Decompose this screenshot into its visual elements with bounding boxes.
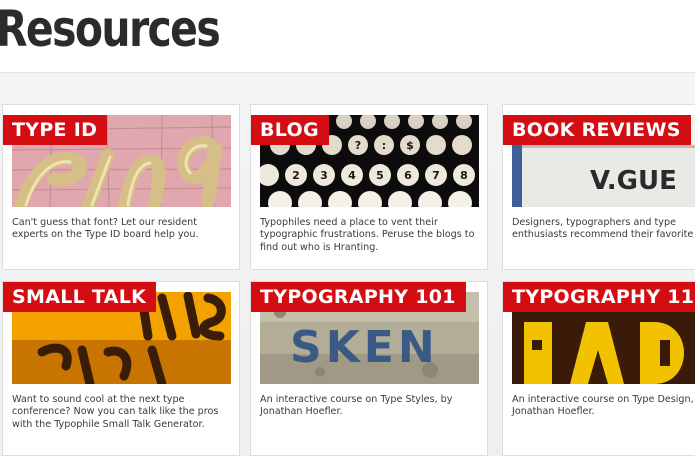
book-reviews-image-text: V.GUE bbox=[590, 166, 677, 196]
resources-grid: TYPE ID Can't guess that font? Let our r… bbox=[0, 73, 695, 456]
card-label: TYPE ID bbox=[3, 115, 108, 145]
svg-text:2: 2 bbox=[292, 169, 300, 182]
card-label: SMALL TALK bbox=[3, 282, 157, 312]
resource-card-small-talk[interactable]: SMALL TALK Want to sound cool at the nex… bbox=[2, 281, 240, 456]
svg-text:?: ? bbox=[355, 139, 361, 152]
card-label: TYPOGRAPHY 110 bbox=[503, 282, 695, 312]
svg-text:$: $ bbox=[406, 139, 414, 152]
svg-text:3: 3 bbox=[320, 169, 328, 182]
card-description: Designers, typographers and type enthusi… bbox=[512, 217, 695, 241]
card-description: Typophiles need a place to vent their ty… bbox=[260, 217, 475, 253]
resource-card-blog[interactable]: ?: $ 2 3 4 5 6 7 8 BLOG Typophiles need a plac… bbox=[250, 104, 488, 270]
resource-card-typography-110[interactable]: TYPOGRAPHY 110 An interactive course on … bbox=[502, 281, 695, 456]
card-description: An interactive course on Type Styles, by… bbox=[260, 394, 453, 418]
card-label: BLOG bbox=[251, 115, 329, 145]
resource-card-type-id[interactable]: TYPE ID Can't guess that font? Let our r… bbox=[2, 104, 240, 270]
svg-text::: : bbox=[382, 139, 386, 152]
page-title: Resources bbox=[0, 0, 221, 58]
resource-card-book-reviews[interactable]: V.GUE BOOK REVIEWS Designers, typographe… bbox=[502, 104, 695, 270]
card-label: TYPOGRAPHY 101 bbox=[251, 282, 466, 312]
svg-text:6: 6 bbox=[404, 169, 412, 182]
card-description: Want to sound cool at the next type conf… bbox=[12, 394, 219, 430]
resource-card-typography-101[interactable]: SKEN TYPOGRAPHY 101 An interactive cours… bbox=[250, 281, 488, 456]
card-label: BOOK REVIEWS bbox=[503, 115, 691, 145]
svg-text:5: 5 bbox=[376, 169, 384, 182]
svg-text:8: 8 bbox=[460, 169, 468, 182]
page-header: Resources bbox=[0, 0, 695, 73]
svg-text:7: 7 bbox=[432, 169, 440, 182]
typography-101-image-text: SKEN bbox=[290, 322, 439, 373]
svg-text:4: 4 bbox=[348, 169, 356, 182]
card-description: Can't guess that font? Let our resident … bbox=[12, 217, 199, 241]
card-description: An interactive course on Type Design, by… bbox=[512, 394, 695, 418]
